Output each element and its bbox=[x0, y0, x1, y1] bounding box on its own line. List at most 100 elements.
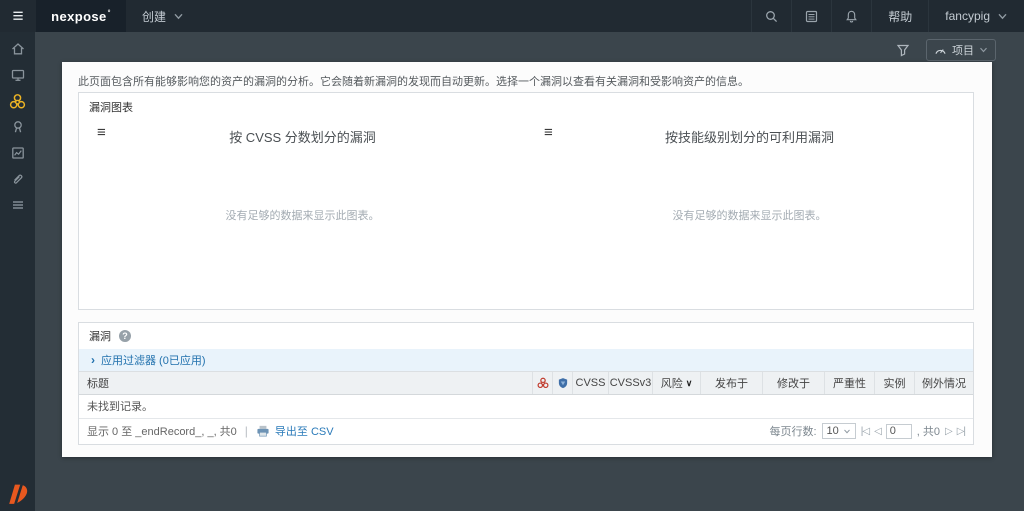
context-toolbar: 项目 bbox=[896, 39, 996, 61]
create-label: 创建 bbox=[142, 9, 167, 24]
column-header-severity[interactable]: 严重性 bbox=[824, 372, 874, 394]
column-header-exploit[interactable] bbox=[552, 372, 572, 394]
column-header-cvss[interactable]: CVSS bbox=[572, 372, 608, 394]
main-menu-button[interactable]: ≡ bbox=[0, 0, 36, 32]
chart-menu-icon[interactable]: ≡ bbox=[544, 125, 553, 140]
rapid7-logo bbox=[5, 483, 31, 505]
column-header-risk[interactable]: 风险 ∨ bbox=[652, 372, 700, 394]
next-page-button[interactable]: ▷ bbox=[945, 426, 953, 437]
malware-kit-icon bbox=[537, 377, 548, 389]
chart-title: 按技能级别划分的可利用漏洞 bbox=[664, 130, 834, 145]
page-description: 此页面包含所有能够影响您的资产的漏洞的分析。它会随着新漏洞的发现而自动更新。选择… bbox=[78, 76, 749, 88]
chart-empty-message: 没有足够的数据来显示此图表。 bbox=[672, 210, 827, 222]
records-range-text: 显示 0 至 _endRecord_, _, 共0 bbox=[87, 426, 237, 438]
table-title-row: 漏洞 ? bbox=[79, 323, 973, 349]
column-header-instances[interactable]: 实例 bbox=[874, 372, 914, 394]
paperclip-icon bbox=[13, 174, 22, 184]
site-scope-dropdown[interactable]: 项目 bbox=[926, 39, 996, 61]
sidebar-item-home[interactable] bbox=[0, 36, 35, 62]
chart-title: 按 CVSS 分数划分的漏洞 bbox=[229, 130, 376, 145]
column-header-published[interactable]: 发布于 bbox=[700, 372, 762, 394]
admin-list-icon bbox=[12, 201, 23, 209]
search-icon bbox=[766, 10, 778, 22]
left-sidebar bbox=[0, 32, 35, 511]
notifications-button[interactable] bbox=[831, 0, 871, 32]
column-header-cvssv3[interactable]: CVSSv3 bbox=[608, 372, 652, 394]
page-number-input[interactable] bbox=[885, 423, 912, 439]
chart-menu-icon[interactable]: ≡ bbox=[97, 125, 106, 140]
exploit-icon bbox=[558, 378, 567, 389]
calendar-button[interactable] bbox=[791, 0, 831, 32]
filter-button[interactable] bbox=[896, 43, 910, 57]
search-button[interactable] bbox=[751, 0, 791, 32]
last-page-button[interactable]: ▷| bbox=[957, 426, 966, 437]
monitor-icon bbox=[11, 69, 24, 81]
column-header-modified[interactable]: 修改于 bbox=[762, 372, 824, 394]
calendar-icon bbox=[806, 10, 818, 22]
export-csv-label: 导出至 CSV bbox=[274, 426, 334, 438]
bell-icon bbox=[846, 10, 858, 22]
pagination-controls: 每页行数: 10 |◁ ◁ , 共0 ▷ ▷| bbox=[769, 423, 966, 439]
sidebar-item-policies[interactable] bbox=[0, 114, 35, 140]
column-header-exceptions[interactable]: 例外情况 bbox=[914, 372, 973, 394]
sidebar-item-tickets[interactable] bbox=[0, 166, 35, 192]
table-header-row: 标题 CVSS CVSSv3 风险 ∨ 发布于 修改于 严重性 实例 例外情况 bbox=[79, 371, 973, 395]
rows-per-page-value: 10 bbox=[826, 425, 839, 437]
nexpose-logo[interactable]: nexpose ° bbox=[36, 0, 126, 32]
gauge-icon bbox=[935, 49, 946, 54]
username-label: fancypig bbox=[945, 9, 990, 23]
chevron-down-icon bbox=[843, 429, 850, 434]
previous-page-button[interactable]: ◁ bbox=[874, 426, 882, 437]
column-header-malware[interactable] bbox=[532, 372, 552, 394]
sidebar-item-vulnerabilities[interactable] bbox=[0, 88, 35, 114]
top-navigation-bar: ≡ nexpose ° 创建 帮助 fancypig bbox=[0, 0, 1024, 32]
printer-export-icon bbox=[257, 425, 269, 437]
filter-funnel-icon bbox=[896, 44, 910, 57]
user-menu-button[interactable]: fancypig bbox=[928, 0, 1024, 32]
chart-exploitable-skill: ≡ 按技能级别划分的可利用漏洞 没有足够的数据来显示此图表。 bbox=[526, 117, 973, 305]
home-icon bbox=[11, 43, 24, 55]
help-label: 帮助 bbox=[888, 9, 913, 24]
help-button[interactable]: 帮助 bbox=[871, 0, 928, 32]
rows-per-page-select[interactable]: 10 bbox=[821, 423, 856, 439]
column-header-title[interactable]: 标题 bbox=[79, 372, 532, 394]
charts-card-title: 漏洞图表 bbox=[89, 102, 133, 114]
first-page-button[interactable]: |◁ bbox=[861, 426, 870, 437]
applied-filters-label: 应用过滤器 (0已应用) bbox=[101, 355, 206, 367]
site-scope-label: 项目 bbox=[952, 45, 974, 57]
chart-empty-message: 没有足够的数据来显示此图表。 bbox=[225, 210, 380, 222]
chevron-down-icon bbox=[174, 13, 183, 19]
table-title: 漏洞 bbox=[89, 331, 111, 343]
rows-per-page-label: 每页行数: bbox=[769, 426, 817, 438]
expander-icon: › bbox=[91, 353, 95, 367]
report-chart-icon bbox=[11, 147, 24, 159]
hamburger-icon: ≡ bbox=[12, 5, 24, 27]
biohazard-icon bbox=[9, 93, 26, 109]
create-menu-button[interactable]: 创建 bbox=[126, 0, 200, 32]
award-ribbon-icon bbox=[13, 121, 22, 133]
vulnerability-charts-card: 漏洞图表 ≡ 按 CVSS 分数划分的漏洞 没有足够的数据来显示此图表。 ≡ 按… bbox=[78, 92, 974, 310]
brand-trademark: ° bbox=[107, 9, 111, 17]
charts-row: ≡ 按 CVSS 分数划分的漏洞 没有足够的数据来显示此图表。 ≡ 按技能级别划… bbox=[79, 117, 973, 305]
no-records-message: 未找到记录。 bbox=[79, 395, 973, 419]
sort-descending-icon: ∨ bbox=[685, 377, 693, 388]
footer-separator: | bbox=[244, 424, 248, 438]
chevron-down-icon bbox=[980, 47, 987, 53]
chart-cvss: ≡ 按 CVSS 分数划分的漏洞 没有足够的数据来显示此图表。 bbox=[79, 117, 526, 305]
vulnerabilities-table-card: 漏洞 ? › 应用过滤器 (0已应用) 标题 CVSS CVSSv3 风险 ∨ … bbox=[78, 322, 974, 445]
page-background: 项目 此页面包含所有能够影响您的资产的漏洞的分析。它会随着新漏洞的发现而自动更新… bbox=[35, 32, 1024, 511]
sidebar-item-assets[interactable] bbox=[0, 62, 35, 88]
sidebar-item-administration[interactable] bbox=[0, 192, 35, 218]
total-pages-text: , 共0 bbox=[916, 426, 940, 438]
chevron-down-icon bbox=[998, 13, 1007, 19]
applied-filters-toggle[interactable]: › 应用过滤器 (0已应用) bbox=[79, 349, 973, 371]
main-content-panel: 此页面包含所有能够影响您的资产的漏洞的分析。它会随着新漏洞的发现而自动更新。选择… bbox=[62, 62, 992, 457]
topbar-right-group: 帮助 fancypig bbox=[751, 0, 1024, 32]
sidebar-item-reports[interactable] bbox=[0, 140, 35, 166]
table-footer: 显示 0 至 _endRecord_, _, 共0 | 导出至 CSV 每页行数… bbox=[79, 419, 973, 444]
risk-label: 风险 bbox=[660, 378, 683, 390]
export-csv-link[interactable]: 导出至 CSV bbox=[256, 423, 334, 439]
help-icon[interactable]: ? bbox=[119, 330, 131, 342]
brand-text: nexpose bbox=[51, 8, 107, 24]
